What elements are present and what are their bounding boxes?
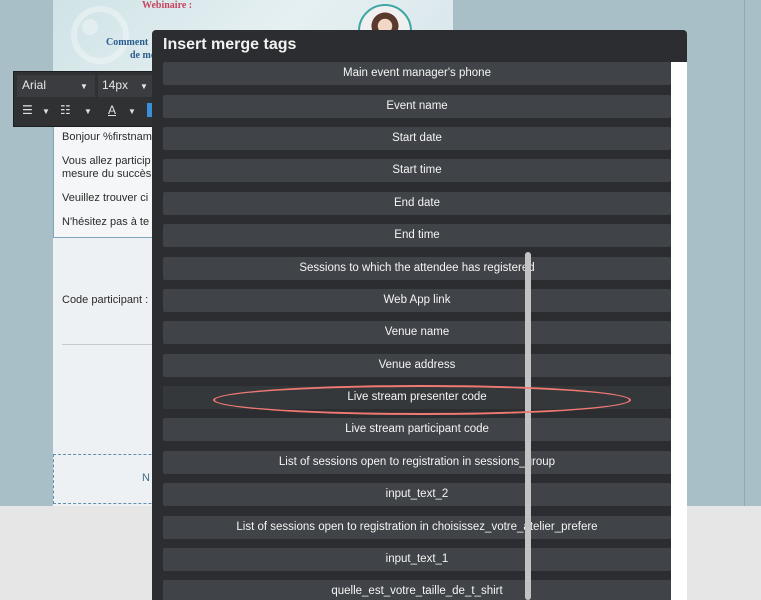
font-size-select[interactable]: 14px ▼ xyxy=(102,78,148,92)
banner-text-line: Comment xyxy=(106,37,149,48)
merge-tag-item[interactable]: List of sessions open to registration in… xyxy=(163,451,671,474)
merge-tag-item[interactable]: End time xyxy=(163,224,671,247)
ordered-list-icon[interactable]: ☰ xyxy=(22,103,33,117)
email-divider xyxy=(62,344,162,345)
chevron-down-icon[interactable]: ▼ xyxy=(42,107,50,116)
merge-tag-item[interactable]: Venue address xyxy=(163,354,671,377)
highlight-annotation-ellipse xyxy=(213,385,631,415)
dialog-title: Insert merge tags xyxy=(163,36,297,53)
merge-tag-item[interactable]: Start date xyxy=(163,127,671,150)
email-text-line: Vous allez particip xyxy=(62,155,151,167)
font-family-value: Arial xyxy=(22,78,47,92)
participant-code-label: Code participant : xyxy=(62,294,149,306)
email-text-line: Bonjour %firstnam xyxy=(62,131,152,143)
scrollbar-thumb[interactable] xyxy=(525,252,531,600)
text-editor-toolbar: Arial ▼ 14px ▼ ☰ ▼ ☷ ▼ A ▼ xyxy=(13,71,154,127)
merge-tag-item[interactable]: Start time xyxy=(163,159,671,182)
merge-tag-item[interactable]: List of sessions open to registration in… xyxy=(163,516,671,539)
right-panel-strip xyxy=(742,0,761,506)
bullet-list-icon[interactable]: ☷ xyxy=(60,103,71,117)
insert-merge-tags-dialog: Insert merge tags Main event manager's p… xyxy=(152,30,687,600)
merge-tag-item[interactable]: quelle_est_votre_taille_de_t_shirt xyxy=(163,580,671,600)
merge-tag-item[interactable]: Web App link xyxy=(163,289,671,312)
merge-tag-item[interactable]: Live stream participant code xyxy=(163,418,671,441)
email-text-line: Veuillez trouver ci xyxy=(62,192,149,204)
merge-tag-item[interactable]: Event name xyxy=(163,95,671,118)
font-family-select[interactable]: Arial ▼ xyxy=(22,78,88,92)
drop-zone-text: N xyxy=(142,472,150,484)
merge-tag-item[interactable]: input_text_2 xyxy=(163,483,671,506)
merge-tag-list: Main event manager's phone Event name St… xyxy=(152,62,687,600)
chevron-down-icon: ▼ xyxy=(140,82,148,91)
merge-tag-item[interactable]: End date xyxy=(163,192,671,215)
merge-tag-item[interactable]: input_text_1 xyxy=(163,548,671,571)
scrollbar-track[interactable] xyxy=(671,62,687,600)
chevron-down-icon[interactable]: ▼ xyxy=(84,107,92,116)
font-size-value: 14px xyxy=(102,78,129,92)
email-text-line: mesure du succès xyxy=(62,168,152,180)
merge-tag-item[interactable]: Venue name xyxy=(163,321,671,344)
merge-tag-item[interactable]: Sessions to which the attendee has regis… xyxy=(163,257,671,280)
email-text-line: N'hésitez pas à te xyxy=(62,216,150,228)
banner-text: Comment de mo xyxy=(106,36,156,62)
chevron-down-icon[interactable]: ▼ xyxy=(128,107,136,116)
merge-tag-item[interactable]: Main event manager's phone xyxy=(163,62,671,85)
chevron-down-icon: ▼ xyxy=(80,82,88,91)
text-color-icon[interactable]: A xyxy=(108,103,116,117)
banner-title: Webinaire : xyxy=(142,0,193,11)
